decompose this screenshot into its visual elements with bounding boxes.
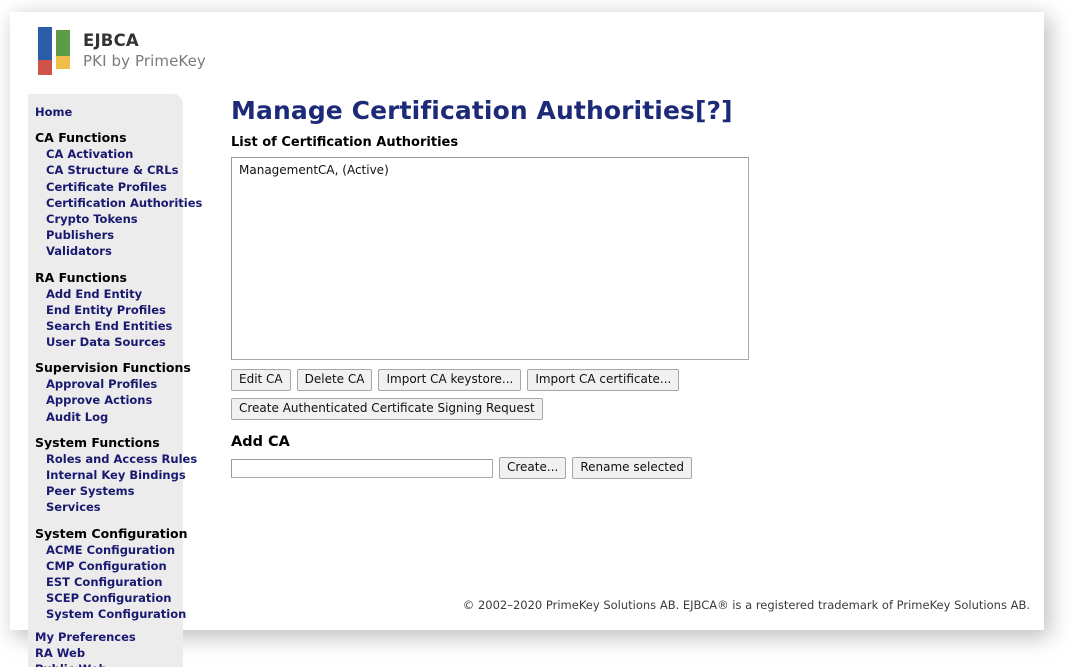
- ca-list-option[interactable]: ManagementCA, (Active): [237, 162, 743, 178]
- footer-copyright: © 2002–2020 PrimeKey Solutions AB. EJBCA…: [462, 598, 1030, 612]
- sidebar-item-approval-profiles[interactable]: Approval Profiles: [28, 378, 183, 391]
- page-title-text: Manage Certification Authorities: [231, 96, 695, 125]
- brand-header: EJBCA PKI by PrimeKey: [38, 26, 206, 76]
- sidebar-item-end-entity-profiles[interactable]: End Entity Profiles: [28, 303, 183, 317]
- main-content: Manage Certification Authorities[?] List…: [231, 96, 1041, 479]
- sidebar-item-certification-authorities[interactable]: Certification Authorities: [28, 196, 202, 210]
- sidebar-item-publishers[interactable]: Publishers: [28, 229, 183, 242]
- brand-text: EJBCA PKI by PrimeKey: [83, 33, 206, 69]
- sidebar-item-roles-and-access-rules[interactable]: Roles and Access Rules: [28, 452, 197, 466]
- sidebar-item-crypto-tokens[interactable]: Crypto Tokens: [28, 212, 183, 226]
- ca-action-buttons: Edit CA Delete CA Import CA keystore... Imp…: [231, 369, 1041, 391]
- create-ca-button[interactable]: Create...: [499, 457, 567, 479]
- csr-button-row: Create Authenticated Certificate Signing…: [231, 398, 1041, 420]
- logo-bar-yellow: [56, 56, 70, 69]
- rename-selected-button[interactable]: Rename selected: [572, 457, 693, 479]
- sidebar-item-validators[interactable]: Validators: [28, 245, 183, 258]
- brand-tagline: PKI by PrimeKey: [83, 51, 206, 70]
- sidebar-item-search-end-entities[interactable]: Search End Entities: [28, 319, 183, 333]
- sidebar-item-user-data-sources[interactable]: User Data Sources: [28, 336, 183, 349]
- sidebar-item-audit-log[interactable]: Audit Log: [28, 410, 183, 424]
- sidebar-item-approve-actions[interactable]: Approve Actions: [28, 394, 183, 407]
- logo-bar-blue: [38, 27, 52, 60]
- sidebar-nav: Home CA Functions CA Activation CA Structur…: [28, 94, 202, 667]
- sidebar-item-home[interactable]: Home: [28, 106, 183, 119]
- sidebar-item-public-web[interactable]: Public Web: [28, 662, 183, 667]
- sidebar-item-internal-key-bindings[interactable]: Internal Key Bindings: [28, 469, 186, 482]
- sidebar-item-est-configuration[interactable]: EST Configuration: [28, 575, 183, 589]
- logo-bar-red: [38, 60, 52, 75]
- nav-group-header: Supervision Functions: [35, 360, 191, 376]
- sidebar-item-cmp-configuration[interactable]: CMP Configuration: [28, 559, 183, 573]
- sidebar-item-services[interactable]: Services: [28, 501, 183, 514]
- edit-ca-button[interactable]: Edit CA: [231, 369, 291, 391]
- brand-name: EJBCA: [83, 31, 139, 51]
- add-ca-row: Create... Rename selected: [231, 457, 1041, 479]
- help-link[interactable]: [?]: [695, 96, 733, 125]
- sidebar-item-acme-configuration[interactable]: ACME Configuration: [28, 543, 183, 557]
- sidebar-item-my-preferences[interactable]: My Preferences: [28, 630, 183, 644]
- sidebar-item-scep-configuration[interactable]: SCEP Configuration: [28, 592, 183, 605]
- sidebar-item-ca-structure-crls[interactable]: CA Structure & CRLs: [28, 164, 183, 177]
- logo-bar-green: [56, 30, 70, 56]
- import-ca-keystore-button[interactable]: Import CA keystore...: [378, 369, 522, 391]
- nav-group-header: RA Functions: [35, 269, 127, 285]
- add-ca-name-input[interactable]: [231, 458, 493, 478]
- sidebar-item-peer-systems[interactable]: Peer Systems: [28, 485, 183, 498]
- delete-ca-button[interactable]: Delete CA: [296, 369, 373, 391]
- create-authenticated-certificate-signing-request-button[interactable]: Create Authenticated Certificate Signing…: [231, 398, 543, 420]
- nav-group-header: CA Functions: [35, 130, 127, 146]
- nav-group-header: System Configuration: [35, 525, 188, 541]
- nav-group-header: System Functions: [35, 434, 160, 450]
- sidebar-item-add-end-entity[interactable]: Add End Entity: [28, 287, 183, 301]
- sidebar-item-system-configuration[interactable]: System Configuration: [28, 608, 186, 621]
- import-ca-certificate-button[interactable]: Import CA certificate...: [527, 369, 680, 391]
- sidebar-item-ra-web[interactable]: RA Web: [28, 646, 183, 660]
- add-ca-title: Add CA: [231, 434, 290, 450]
- ca-list-box[interactable]: ManagementCA, (Active): [231, 157, 749, 360]
- ejbca-logo-icon: [38, 27, 72, 75]
- sidebar-item-certificate-profiles[interactable]: Certificate Profiles: [28, 180, 183, 194]
- page-card: EJBCA PKI by PrimeKey Home CA Functions CA…: [10, 12, 1044, 667]
- app-root: EJBCA PKI by PrimeKey Home CA Functions CA…: [0, 0, 1089, 667]
- sidebar-item-ca-activation[interactable]: CA Activation: [28, 148, 183, 161]
- page-title: Manage Certification Authorities[?]: [231, 96, 1041, 126]
- list-section-title: List of Certification Authorities: [231, 135, 459, 150]
